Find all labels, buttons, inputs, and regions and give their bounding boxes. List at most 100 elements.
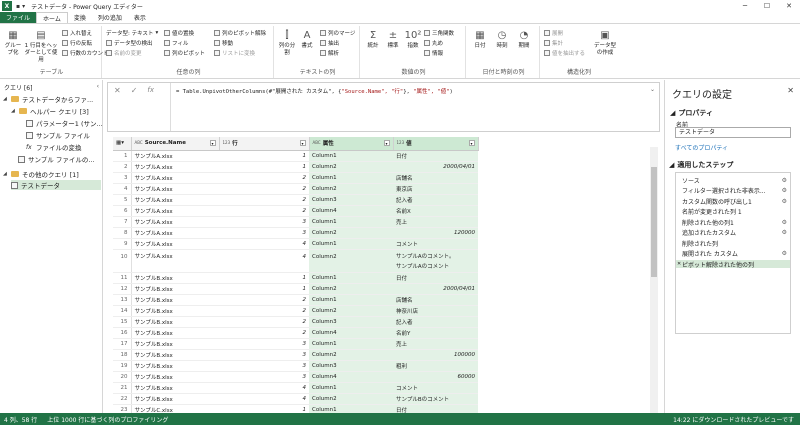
row-number[interactable]: 8 bbox=[113, 227, 132, 239]
filter-dropdown-icon[interactable]: ▾ bbox=[209, 140, 216, 147]
duration-button[interactable]: ◔ 期間 bbox=[514, 28, 534, 50]
table-row[interactable]: 1 サンプルA.xlsx 1 Column1 日付 bbox=[113, 150, 478, 162]
cell-value[interactable]: 売上 bbox=[393, 338, 478, 350]
column-header-row[interactable]: 123 行 ▾ bbox=[219, 137, 310, 151]
cell-value[interactable]: 日付 bbox=[393, 272, 478, 284]
cell-attribute[interactable]: Column3 bbox=[309, 316, 393, 328]
extract-button[interactable]: 抽出 bbox=[320, 39, 339, 47]
cell-row[interactable]: 3 bbox=[219, 371, 309, 383]
table-row[interactable]: 14 サンプルB.xlsx 2 Column2 神奈川店 bbox=[113, 305, 478, 317]
cell-row[interactable]: 2 bbox=[219, 294, 309, 306]
applied-step[interactable]: 削除された他の列1 ⚙ bbox=[676, 218, 790, 227]
cell-attribute[interactable]: Column2 bbox=[309, 393, 393, 405]
applied-step[interactable]: カスタム関数の呼び出し1 ⚙ bbox=[676, 197, 790, 206]
cell-row[interactable]: 3 bbox=[219, 227, 309, 239]
cell-attribute[interactable]: Column1 bbox=[309, 150, 393, 162]
cell-row[interactable]: 1 bbox=[219, 150, 309, 162]
table-row[interactable]: 5 サンプルA.xlsx 2 Column3 記入者 bbox=[113, 194, 478, 206]
cell-row[interactable]: 1 bbox=[219, 161, 309, 173]
cell-source-name[interactable]: サンプルB.xlsx bbox=[131, 272, 219, 284]
cancel-icon[interactable]: ✕ bbox=[114, 86, 121, 95]
cell-source-name[interactable]: サンプルA.xlsx bbox=[131, 150, 219, 162]
cell-source-name[interactable]: サンプルA.xlsx bbox=[131, 161, 219, 173]
cell-attribute[interactable]: Column3 bbox=[309, 194, 393, 206]
applied-step[interactable]: ソース ⚙ bbox=[676, 176, 790, 185]
cell-attribute[interactable]: Column1 bbox=[309, 382, 393, 394]
cell-source-name[interactable]: サンプルB.xlsx bbox=[131, 316, 219, 328]
cell-value[interactable]: サンプルAのコメント。 サンプルAのコメント bbox=[393, 249, 478, 273]
save-icon[interactable]: ▪ bbox=[16, 3, 20, 10]
step-settings-gear-icon[interactable]: ⚙ bbox=[782, 219, 787, 226]
detect-datatype-button[interactable]: データ型の検出 bbox=[106, 39, 153, 47]
column-header-value[interactable]: 123 値 ▾ bbox=[393, 137, 479, 151]
applied-step[interactable]: ✕ ピボット解除された他の列 bbox=[676, 260, 790, 269]
cell-row[interactable]: 2 bbox=[219, 316, 309, 328]
row-number[interactable]: 7 bbox=[113, 216, 132, 228]
cell-value[interactable]: 粗利 bbox=[393, 360, 478, 372]
cell-attribute[interactable]: Column2 bbox=[309, 161, 393, 173]
row-number[interactable]: 5 bbox=[113, 194, 132, 206]
parse-button[interactable]: 解析 bbox=[320, 49, 339, 57]
tree-item-sample-file[interactable]: サンプル ファイル bbox=[26, 130, 90, 140]
reverse-rows-button[interactable]: 行の反転 bbox=[62, 39, 92, 47]
cell-attribute[interactable]: Column4 bbox=[309, 371, 393, 383]
cell-value[interactable]: 名前Y bbox=[393, 327, 478, 339]
cell-attribute[interactable]: Column1 bbox=[309, 238, 393, 250]
cell-value[interactable]: 東京店 bbox=[393, 183, 478, 195]
cell-source-name[interactable]: サンプルA.xlsx bbox=[131, 249, 219, 273]
row-number[interactable]: 2 bbox=[113, 161, 132, 173]
split-column-button[interactable]: ⫿ 列の分割 bbox=[278, 28, 296, 57]
time-button[interactable]: ◷ 時刻 bbox=[492, 28, 512, 50]
cell-value[interactable]: 日付 bbox=[393, 404, 478, 413]
cell-source-name[interactable]: サンプルB.xlsx bbox=[131, 338, 219, 350]
cell-attribute[interactable]: Column4 bbox=[309, 205, 393, 217]
cell-row[interactable]: 1 bbox=[219, 283, 309, 295]
cell-row[interactable]: 4 bbox=[219, 382, 309, 394]
trig-button[interactable]: 三角関数 bbox=[424, 29, 454, 37]
create-datatype-button[interactable]: ▣ データ型の作成 bbox=[594, 28, 616, 57]
cell-row[interactable]: 4 bbox=[219, 249, 309, 273]
table-row[interactable]: 10 サンプルA.xlsx 4 Column2 サンプルAのコメント。 サンプルAのコメン… bbox=[113, 249, 478, 273]
table-menu-cell[interactable]: ▦▾ bbox=[113, 137, 132, 151]
tree-item-transform-file[interactable]: fx ファイルの変換 bbox=[26, 142, 82, 153]
format-button[interactable]: A 書式 bbox=[298, 28, 316, 50]
step-settings-gear-icon[interactable]: ⚙ bbox=[782, 177, 787, 184]
row-number[interactable]: 17 bbox=[113, 338, 132, 350]
cell-source-name[interactable]: サンプルB.xlsx bbox=[131, 327, 219, 339]
row-number[interactable]: 9 bbox=[113, 238, 132, 250]
tab-file[interactable]: ファイル bbox=[0, 12, 37, 23]
table-row[interactable]: 3 サンプルA.xlsx 2 Column1 店舗名 bbox=[113, 172, 478, 184]
convert-to-list-button[interactable]: リストに変換 bbox=[214, 49, 255, 57]
cell-row[interactable]: 4 bbox=[219, 393, 309, 405]
step-settings-gear-icon[interactable]: ⚙ bbox=[782, 198, 787, 205]
cell-attribute[interactable]: Column2 bbox=[309, 349, 393, 361]
row-number[interactable]: 20 bbox=[113, 371, 132, 383]
cell-row[interactable]: 2 bbox=[219, 327, 309, 339]
table-row[interactable]: 4 サンプルA.xlsx 2 Column2 東京店 bbox=[113, 183, 478, 195]
cell-value[interactable]: 日付 bbox=[393, 150, 478, 162]
fx-icon[interactable]: fx bbox=[147, 86, 154, 95]
cell-value[interactable]: 60000 bbox=[393, 371, 478, 383]
close-icon[interactable]: ✕ bbox=[787, 86, 794, 95]
expand-button[interactable]: 展開 bbox=[544, 29, 563, 37]
applied-step[interactable]: 追加されたカスタム ⚙ bbox=[676, 229, 790, 237]
tree-folder-source[interactable]: ◢ テストデータからファ... bbox=[3, 94, 93, 104]
cell-source-name[interactable]: サンプルA.xlsx bbox=[131, 227, 219, 239]
cell-value[interactable]: 名前X bbox=[393, 205, 478, 217]
step-settings-gear-icon[interactable]: ⚙ bbox=[782, 229, 787, 236]
properties-section[interactable]: ◢ プロパティ bbox=[670, 108, 713, 118]
table-row[interactable]: 8 サンプルA.xlsx 3 Column2 120000 bbox=[113, 227, 478, 239]
row-number[interactable]: 4 bbox=[113, 183, 132, 195]
cell-source-name[interactable]: サンプルA.xlsx bbox=[131, 238, 219, 250]
vertical-scrollbar[interactable] bbox=[650, 147, 658, 413]
tree-item-testdata[interactable]: テストデータ bbox=[11, 180, 101, 190]
count-rows-button[interactable]: 行数のカウント bbox=[62, 49, 109, 57]
cell-attribute[interactable]: Column2 bbox=[309, 283, 393, 295]
query-name-input[interactable]: テストデータ bbox=[675, 127, 791, 138]
row-number[interactable]: 14 bbox=[113, 305, 132, 317]
tree-item-sample-transform[interactable]: サンプル ファイルの... bbox=[18, 154, 95, 164]
transpose-button[interactable]: 入れ替え bbox=[62, 29, 92, 37]
cell-source-name[interactable]: サンプルB.xlsx bbox=[131, 382, 219, 394]
cell-value[interactable]: サンプルBのコメント bbox=[393, 393, 478, 405]
cell-source-name[interactable]: サンプルB.xlsx bbox=[131, 294, 219, 306]
